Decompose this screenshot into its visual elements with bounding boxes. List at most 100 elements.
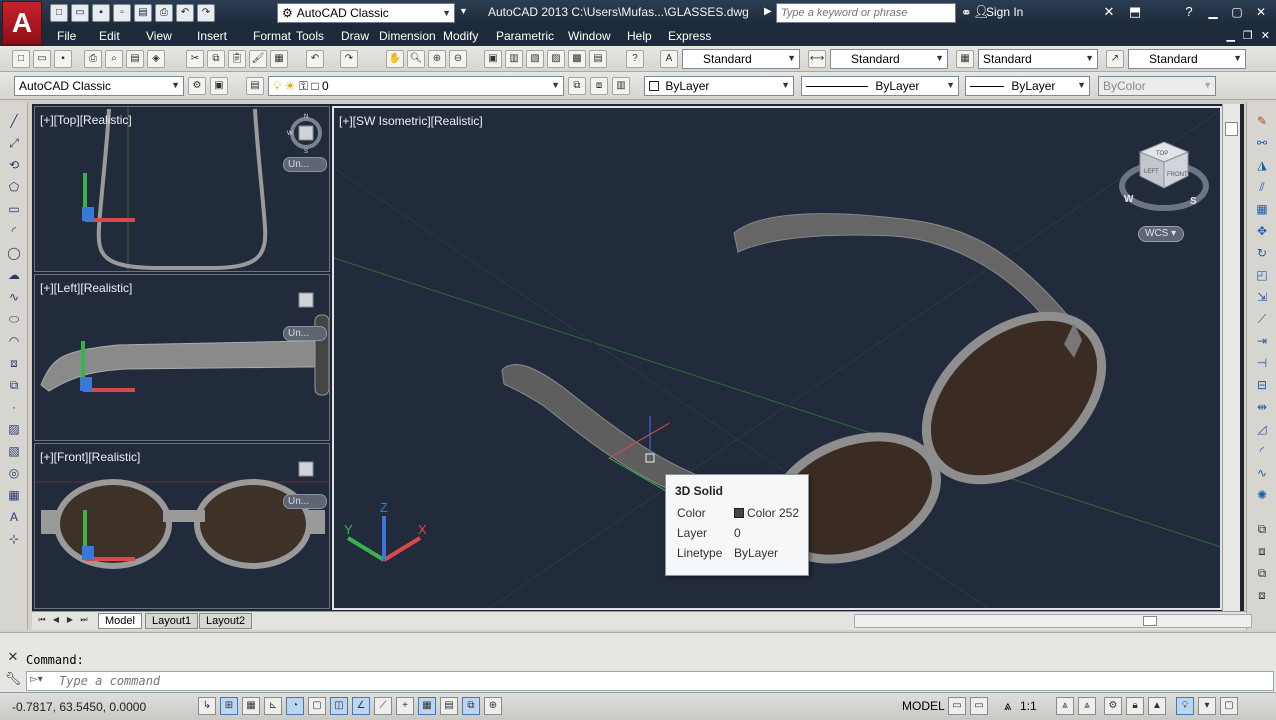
viewport-main-label[interactable]: [+][SW Isometric][Realistic]: [339, 114, 483, 128]
polygon-icon[interactable]: ⬠: [5, 178, 23, 196]
object-snap-tracking-icon[interactable]: ∠: [352, 697, 370, 715]
table-icon[interactable]: ▦: [5, 486, 23, 504]
annotation-scale-icon[interactable]: ⩓: [1004, 698, 1011, 714]
minimize-icon[interactable]: ▁: [1202, 3, 1224, 21]
exchange-icon[interactable]: ✕: [1100, 4, 1118, 22]
draw-order-icon[interactable]: ⧉: [1253, 520, 1271, 538]
undo-icon[interactable]: ↶: [306, 50, 324, 68]
menu-file[interactable]: File: [57, 28, 76, 44]
plot-icon[interactable]: ⎙: [84, 50, 102, 68]
help-icon[interactable]: ?: [1180, 4, 1198, 22]
color-select[interactable]: ByLayer ▼: [644, 76, 794, 96]
menu-view[interactable]: View: [146, 28, 172, 44]
text-style-select[interactable]: Standard ▼: [682, 49, 800, 69]
publish-icon[interactable]: ▤: [126, 50, 144, 68]
save-icon[interactable]: ▪: [92, 4, 110, 22]
ellipse-arc-icon[interactable]: ◠: [5, 332, 23, 350]
revision-cloud-icon[interactable]: ☁: [5, 266, 23, 284]
extend-icon[interactable]: ⇥: [1253, 332, 1271, 350]
hardware-acceleration-icon[interactable]: ▲: [1148, 697, 1166, 715]
wcs-menu-button[interactable]: WCS ▾: [1138, 226, 1184, 242]
command-input[interactable]: [59, 673, 1259, 689]
scrollbar-thumb[interactable]: [1143, 616, 1157, 626]
first-tab-icon[interactable]: ⏮: [36, 615, 48, 627]
customize-dropdown-icon[interactable]: ▼: [459, 6, 468, 16]
viewport-front-label[interactable]: [+][Front][Realistic]: [40, 450, 140, 464]
plot-icon[interactable]: ⎙: [155, 4, 173, 22]
menu-tools[interactable]: Tools: [296, 28, 324, 44]
prev-tab-icon[interactable]: ◀: [50, 615, 62, 627]
layer-select[interactable]: 💡︎ ☀ ⚿ □ 0 ▼: [268, 76, 564, 96]
spline-icon[interactable]: ∿: [5, 288, 23, 306]
3d-object-snap-icon[interactable]: ◫: [330, 697, 348, 715]
menu-format[interactable]: Format: [253, 28, 291, 44]
close-icon[interactable]: ✕: [1250, 3, 1272, 21]
named-view-dropdown[interactable]: Un...: [283, 494, 327, 509]
layer-state-icon[interactable]: ▥: [612, 77, 630, 95]
annotation-scale-value[interactable]: 1:1: [1020, 699, 1037, 713]
explode-icon[interactable]: ✺: [1253, 486, 1271, 504]
polyline-icon[interactable]: ⟲: [5, 156, 23, 174]
named-view-dropdown[interactable]: Un...: [283, 326, 327, 341]
point-icon[interactable]: ·: [5, 398, 23, 416]
make-block-icon[interactable]: ⧉: [5, 376, 23, 394]
polar-tracking-icon[interactable]: ◔: [286, 697, 304, 715]
dimension-style-select[interactable]: Standard ▼: [830, 49, 948, 69]
infer-constraints-icon[interactable]: ↳: [198, 697, 216, 715]
scrollbar-thumb[interactable]: [1225, 122, 1238, 136]
multileader-style-icon[interactable]: ↗: [1106, 50, 1124, 68]
clean-screen-icon[interactable]: ▢: [1220, 697, 1238, 715]
status-menu-icon[interactable]: ▾: [1198, 697, 1216, 715]
model-space-toggle[interactable]: MODEL: [902, 699, 945, 713]
menu-help[interactable]: Help: [627, 28, 652, 44]
coordinates-readout[interactable]: -0.7817, 63.5450, 0.0000: [12, 700, 146, 714]
break-at-point-icon[interactable]: ⊣: [1253, 354, 1271, 372]
maximize-icon[interactable]: ▢: [1226, 3, 1248, 21]
circle-icon[interactable]: ◯: [5, 244, 23, 262]
linetype-select[interactable]: ByLayer ▼: [801, 76, 959, 96]
doc-restore-icon[interactable]: ❐: [1243, 29, 1253, 42]
array-icon[interactable]: ▦: [1253, 200, 1271, 218]
qnew-icon[interactable]: □: [12, 50, 30, 68]
save-icon[interactable]: ▪: [54, 50, 72, 68]
tab-layout1[interactable]: Layout1: [145, 613, 199, 629]
open-file-icon[interactable]: ▭: [71, 4, 89, 22]
dynamic-input-icon[interactable]: +: [396, 697, 414, 715]
menu-draw[interactable]: Draw: [341, 28, 369, 44]
pan-icon[interactable]: ✋: [386, 50, 404, 68]
construction-line-icon[interactable]: ⤢: [5, 134, 23, 152]
join-icon[interactable]: ⇹: [1253, 398, 1271, 416]
rotate-icon[interactable]: ↻: [1253, 244, 1271, 262]
viewcube-icon[interactable]: TOP FRONT LEFT W S: [1116, 128, 1212, 238]
transparency-icon[interactable]: ▤: [440, 697, 458, 715]
plotstyle-select[interactable]: ByColor ▼: [1098, 76, 1216, 96]
layer-previous-icon[interactable]: ⧈: [590, 77, 608, 95]
move-icon[interactable]: ✥: [1253, 222, 1271, 240]
doc-close-icon[interactable]: ✕: [1261, 29, 1270, 42]
subscription-icon[interactable]: ⬒: [1126, 4, 1144, 22]
wrench-icon[interactable]: 🔧︎: [4, 671, 22, 689]
redo-icon[interactable]: ↷: [197, 4, 215, 22]
isolate-objects-icon[interactable]: 💡︎: [1176, 697, 1194, 715]
workspace-switching-icon[interactable]: ⚙: [1104, 697, 1122, 715]
new-file-icon[interactable]: □: [50, 4, 68, 22]
gradient-icon[interactable]: ▧: [5, 442, 23, 460]
workspace-combo[interactable]: AutoCAD Classic ▼: [14, 76, 184, 96]
paste-icon[interactable]: 📋︎: [228, 50, 246, 68]
bring-to-front-icon[interactable]: ⧈: [1253, 542, 1271, 560]
ellipse-icon[interactable]: ⬭: [5, 310, 23, 328]
menu-express[interactable]: Express: [668, 28, 711, 44]
undo-icon[interactable]: ↶: [176, 4, 194, 22]
multileader-style-select[interactable]: Standard ▼: [1128, 49, 1246, 69]
quick-properties-icon[interactable]: ⧉: [462, 697, 480, 715]
last-tab-icon[interactable]: ⏭: [78, 615, 90, 627]
viewport-left[interactable]: [+][Left][Realistic] Un...: [34, 274, 330, 441]
stretch-icon[interactable]: ⇲: [1253, 288, 1271, 306]
lineweight-icon[interactable]: ▦: [418, 697, 436, 715]
rectangle-icon[interactable]: ▭: [5, 200, 23, 218]
chamfer-icon[interactable]: ◿: [1253, 420, 1271, 438]
dynamic-ucs-icon[interactable]: ⟋: [374, 697, 392, 715]
binoculars-icon[interactable]: ⚭: [961, 5, 972, 21]
make-current-layer-icon[interactable]: ⧉: [568, 77, 586, 95]
viewport-left-label[interactable]: [+][Left][Realistic]: [40, 281, 132, 295]
